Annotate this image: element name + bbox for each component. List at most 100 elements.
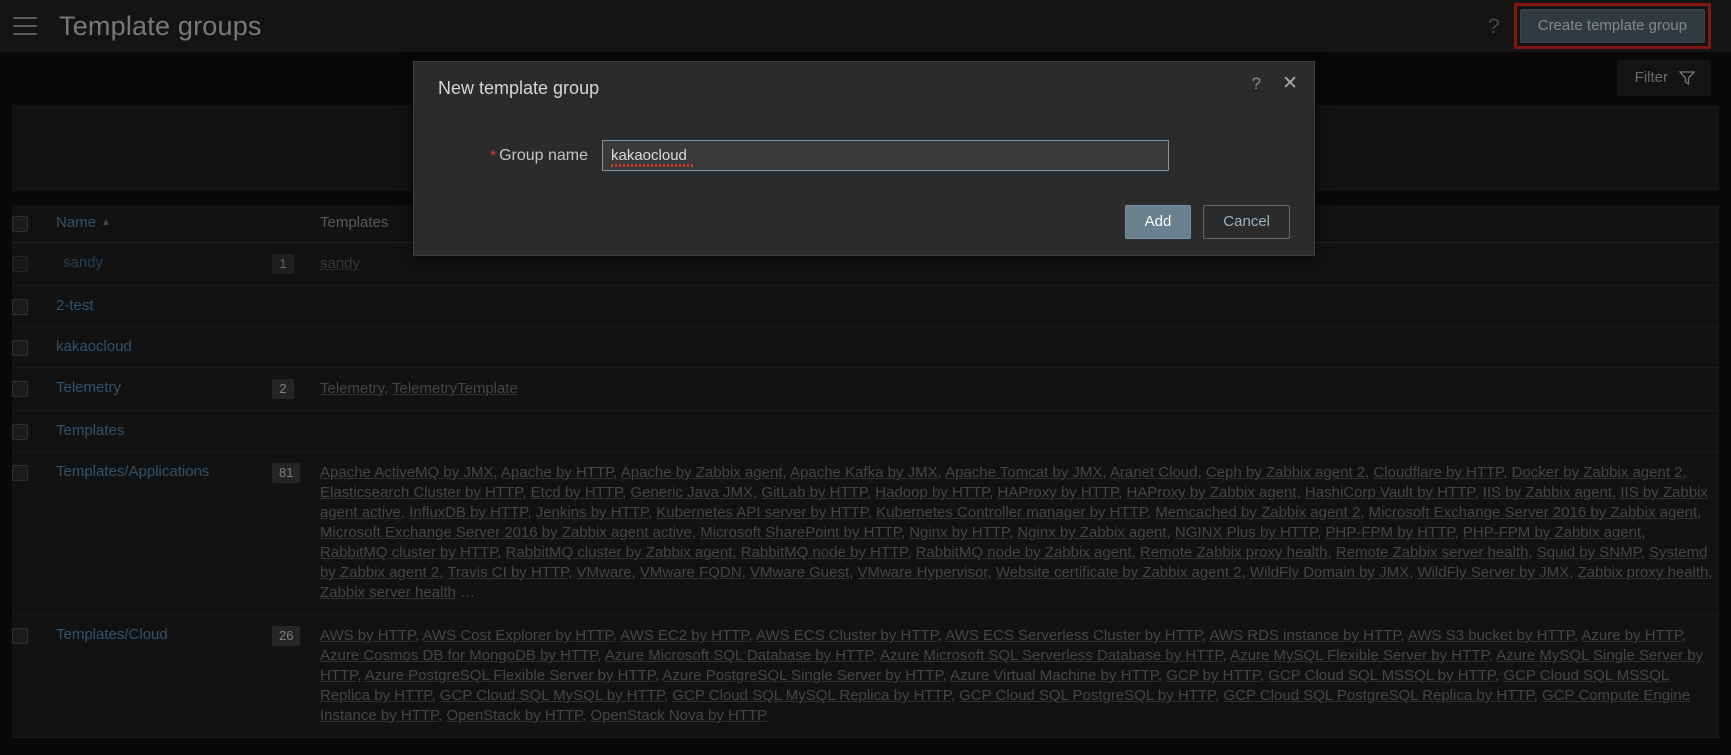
- template-link[interactable]: AWS by HTTP: [320, 627, 415, 644]
- dialog-help-icon[interactable]: ?: [1252, 75, 1261, 92]
- row-checkbox[interactable]: [12, 424, 28, 440]
- sort-by-name-link[interactable]: Name: [56, 214, 96, 231]
- group-name-link[interactable]: 2-test: [56, 297, 94, 314]
- template-link[interactable]: Apache by HTTP: [501, 464, 613, 481]
- template-link[interactable]: GCP Cloud SQL MySQL Replica by HTTP: [672, 687, 950, 704]
- template-link[interactable]: Etcd by HTTP: [531, 484, 622, 501]
- template-link[interactable]: Generic Java JMX: [630, 484, 753, 501]
- template-link[interactable]: Remote Zabbix server health: [1336, 544, 1529, 561]
- template-link[interactable]: AWS S3 bucket by HTTP: [1408, 627, 1574, 644]
- group-name-link[interactable]: Telemetry: [56, 379, 121, 396]
- template-link[interactable]: Remote Zabbix proxy health: [1140, 544, 1328, 561]
- row-checkbox[interactable]: [12, 340, 28, 356]
- row-checkbox[interactable]: [12, 256, 28, 272]
- template-link[interactable]: IIS by Zabbix agent: [1483, 484, 1612, 501]
- hamburger-menu-icon[interactable]: [13, 17, 37, 35]
- template-link[interactable]: VMware: [577, 564, 632, 581]
- template-link[interactable]: OpenStack Nova by HTTP: [590, 707, 767, 724]
- group-name-link[interactable]: Templates: [56, 422, 124, 439]
- template-link[interactable]: Microsoft SharePoint by HTTP: [700, 524, 901, 541]
- template-link[interactable]: Apache Kafka by JMX: [790, 464, 938, 481]
- template-link[interactable]: HAProxy by Zabbix agent: [1126, 484, 1296, 501]
- template-link[interactable]: AWS ECS Serverless Cluster by HTTP: [945, 627, 1202, 644]
- template-link[interactable]: TelemetryTemplate: [392, 380, 518, 397]
- template-link[interactable]: Azure MySQL Flexible Server by HTTP: [1230, 647, 1488, 664]
- group-name-link[interactable]: Templates/Applications: [56, 463, 209, 480]
- template-link[interactable]: GCP Cloud SQL PostgreSQL by HTTP: [959, 687, 1215, 704]
- template-link[interactable]: Travis CI by HTTP: [447, 564, 568, 581]
- row-checkbox[interactable]: [12, 299, 28, 315]
- template-link[interactable]: Microsoft Exchange Server 2016 by Zabbix…: [1369, 504, 1698, 521]
- template-link[interactable]: Zabbix proxy health: [1577, 564, 1708, 581]
- template-link[interactable]: Nginx by Zabbix agent: [1017, 524, 1166, 541]
- create-template-group-button[interactable]: Create template group: [1519, 9, 1705, 43]
- template-link[interactable]: RabbitMQ cluster by Zabbix agent: [506, 544, 733, 561]
- template-link[interactable]: Apache Tomcat by JMX: [945, 464, 1102, 481]
- template-link[interactable]: Kubernetes Controller manager by HTTP: [876, 504, 1147, 521]
- template-link[interactable]: Azure Cosmos DB for MongoDB by HTTP: [320, 647, 597, 664]
- template-link[interactable]: Apache ActiveMQ by JMX: [320, 464, 493, 481]
- template-link[interactable]: VMware Hypervisor: [857, 564, 987, 581]
- template-link[interactable]: AWS EC2 by HTTP: [620, 627, 748, 644]
- template-link[interactable]: RabbitMQ node by Zabbix agent: [916, 544, 1132, 561]
- template-link[interactable]: PHP-FPM by Zabbix agent: [1463, 524, 1641, 541]
- row-checkbox[interactable]: [12, 381, 28, 397]
- template-link[interactable]: Microsoft Exchange Server 2016 by Zabbix…: [320, 524, 692, 541]
- template-link[interactable]: Website certificate by Zabbix agent 2: [996, 564, 1242, 581]
- template-link[interactable]: Telemetry: [320, 380, 384, 397]
- dialog-close-icon[interactable]: ✕: [1282, 74, 1298, 93]
- cancel-button[interactable]: Cancel: [1203, 205, 1290, 239]
- filter-tab[interactable]: Filter: [1616, 60, 1711, 96]
- template-link[interactable]: Memcached by Zabbix agent 2: [1155, 504, 1360, 521]
- template-link[interactable]: RabbitMQ cluster by HTTP: [320, 544, 497, 561]
- template-link[interactable]: HashiCorp Vault by HTTP: [1305, 484, 1475, 501]
- group-name-link[interactable]: sandy: [63, 254, 103, 271]
- template-link[interactable]: Apache by Zabbix agent: [621, 464, 783, 481]
- template-link[interactable]: Ceph by Zabbix agent 2: [1206, 464, 1365, 481]
- row-checkbox[interactable]: [12, 465, 28, 481]
- template-link[interactable]: GCP Cloud SQL MySQL by HTTP: [440, 687, 664, 704]
- help-icon[interactable]: ?: [1488, 16, 1500, 37]
- template-link[interactable]: Cloudflare by HTTP: [1373, 464, 1503, 481]
- template-link[interactable]: Nginx by HTTP: [909, 524, 1009, 541]
- group-name-input[interactable]: [602, 140, 1169, 171]
- template-link[interactable]: Jenkins by HTTP: [536, 504, 648, 521]
- template-link[interactable]: VMware FQDN: [640, 564, 742, 581]
- template-link[interactable]: Azure Microsoft SQL Database by HTTP: [605, 647, 873, 664]
- template-link[interactable]: RabbitMQ node by HTTP: [741, 544, 907, 561]
- template-link[interactable]: HAProxy by HTTP: [998, 484, 1119, 501]
- group-name-link[interactable]: kakaocloud: [56, 338, 132, 355]
- template-link[interactable]: GitLab by HTTP: [761, 484, 867, 501]
- template-link[interactable]: Kubernetes API server by HTTP: [656, 504, 868, 521]
- template-link[interactable]: Squid by SNMP: [1537, 544, 1641, 561]
- template-link[interactable]: WildFly Server by JMX: [1417, 564, 1569, 581]
- template-link[interactable]: GCP Cloud SQL PostgreSQL Replica by HTTP: [1223, 687, 1533, 704]
- template-link[interactable]: Azure PostgreSQL Flexible Server by HTTP: [365, 667, 655, 684]
- template-link[interactable]: AWS ECS Cluster by HTTP: [756, 627, 938, 644]
- template-link[interactable]: Zabbix server health: [320, 584, 456, 601]
- template-link[interactable]: Elasticsearch Cluster by HTTP: [320, 484, 522, 501]
- template-link[interactable]: sandy: [320, 255, 360, 272]
- template-link[interactable]: WildFly Domain by JMX: [1250, 564, 1409, 581]
- template-link[interactable]: PHP-FPM by HTTP: [1326, 524, 1455, 541]
- template-link[interactable]: Docker by Zabbix agent 2: [1512, 464, 1683, 481]
- row-checkbox[interactable]: [12, 628, 28, 644]
- column-header-name: Name ▲: [56, 205, 272, 243]
- select-all-checkbox[interactable]: [12, 216, 28, 232]
- template-link[interactable]: OpenStack by HTTP: [446, 707, 582, 724]
- template-link[interactable]: GCP by HTTP: [1166, 667, 1260, 684]
- template-link[interactable]: Aranet Cloud: [1110, 464, 1198, 481]
- template-link[interactable]: AWS RDS instance by HTTP: [1210, 627, 1401, 644]
- template-link[interactable]: AWS Cost Explorer by HTTP: [423, 627, 613, 644]
- template-link[interactable]: Hadoop by HTTP: [875, 484, 989, 501]
- template-link[interactable]: VMware Guest: [750, 564, 849, 581]
- template-link[interactable]: NGINX Plus by HTTP: [1175, 524, 1317, 541]
- template-link[interactable]: Azure PostgreSQL Single Server by HTTP: [662, 667, 942, 684]
- template-link[interactable]: InfluxDB by HTTP: [409, 504, 527, 521]
- add-button[interactable]: Add: [1124, 205, 1192, 239]
- template-link[interactable]: Azure Microsoft SQL Serverless Database …: [880, 647, 1223, 664]
- template-link[interactable]: Azure Virtual Machine by HTTP: [950, 667, 1158, 684]
- template-link[interactable]: GCP Cloud SQL MSSQL by HTTP: [1268, 667, 1495, 684]
- group-name-link[interactable]: Templates/Cloud: [56, 626, 168, 643]
- template-link[interactable]: Azure by HTTP: [1581, 627, 1682, 644]
